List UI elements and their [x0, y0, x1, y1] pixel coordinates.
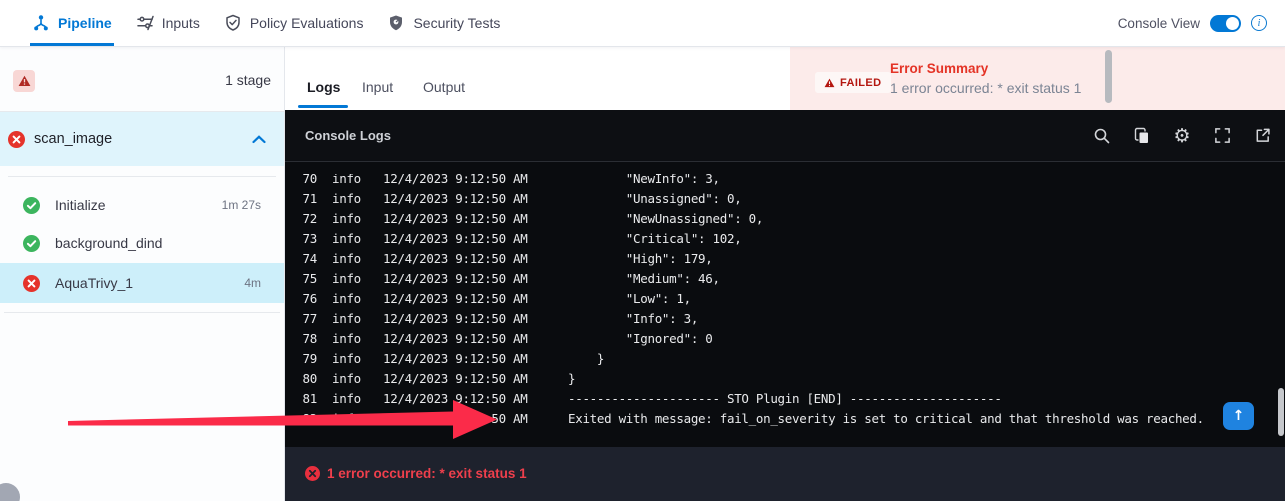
step-name: AquaTrivy_1: [55, 275, 133, 291]
log-line: 81info12/4/2023 9:12:50 AM--------------…: [285, 388, 1285, 408]
log-line: 78info12/4/2023 9:12:50 AM "Ignored": 0: [285, 328, 1285, 348]
log-line: 74info12/4/2023 9:12:50 AM "High": 179,: [285, 248, 1285, 268]
scroll-to-top-button[interactable]: ↑: [1223, 402, 1254, 430]
nav-tab-inputs[interactable]: Inputs: [134, 0, 202, 46]
console-view-toggle[interactable]: [1210, 15, 1241, 32]
step-row-background-dind[interactable]: background_dind: [0, 228, 284, 258]
step-name: Initialize: [55, 197, 106, 213]
step-row-initialize[interactable]: Initialize 1m 27s: [0, 190, 284, 220]
warning-triangle-icon: [18, 75, 31, 87]
log-line: 72info12/4/2023 9:12:50 AM "NewUnassigne…: [285, 208, 1285, 228]
log-line: 70info12/4/2023 9:12:50 AM "NewInfo": 3,: [285, 174, 1285, 188]
active-tab-underline: [298, 105, 348, 108]
error-status-icon: [8, 131, 25, 148]
console-logs-title: Console Logs: [305, 128, 391, 143]
copy-icon[interactable]: [1133, 127, 1151, 145]
log-line: 75info12/4/2023 9:12:50 AM "Medium": 46,: [285, 268, 1285, 288]
pipeline-icon: [32, 14, 50, 32]
search-icon[interactable]: [1093, 127, 1111, 145]
sidebar-divider: [8, 176, 276, 177]
error-summary-title: Error Summary: [890, 61, 988, 76]
footer-error-bar: 1 error occurred: * exit status 1: [285, 447, 1285, 501]
tab-output[interactable]: Output: [423, 79, 465, 95]
policy-evaluations-icon: [224, 14, 242, 32]
settings-gear-icon[interactable]: ⚙: [1173, 127, 1191, 145]
log-scroll-area[interactable]: 70info12/4/2023 9:12:50 AM "NewInfo": 3,…: [285, 174, 1285, 447]
console-scrollbar-thumb[interactable]: [1278, 388, 1284, 436]
console-logs-header: Console Logs ⚙: [285, 110, 1285, 162]
step-name: background_dind: [55, 235, 162, 251]
top-nav: Pipeline Inputs Policy Evaluations Sec: [0, 0, 1285, 47]
error-circle-icon: [305, 466, 320, 481]
nav-label-policy-evaluations: Policy Evaluations: [250, 15, 364, 31]
error-summary-scrollbar[interactable]: [1105, 50, 1112, 103]
failed-badge-label: FAILED: [840, 77, 882, 89]
log-line: 73info12/4/2023 9:12:50 AM "Critical": 1…: [285, 228, 1285, 248]
toggle-knob: [1226, 17, 1239, 30]
success-status-icon: [23, 235, 40, 252]
corner-widget: [0, 483, 20, 501]
tab-input[interactable]: Input: [362, 79, 393, 95]
footer-error-text: 1 error occurred: * exit status 1: [327, 466, 527, 481]
tab-logs[interactable]: Logs: [307, 79, 340, 95]
nav-tab-policy-evaluations[interactable]: Policy Evaluations: [222, 0, 366, 46]
failed-status-badge: FAILED: [815, 72, 891, 93]
fullscreen-icon[interactable]: [1213, 127, 1231, 145]
nav-label-inputs: Inputs: [162, 15, 200, 31]
warning-badge[interactable]: [13, 70, 35, 92]
log-line: 71info12/4/2023 9:12:50 AM "Unassigned":…: [285, 188, 1285, 208]
nav-label-pipeline: Pipeline: [58, 15, 112, 31]
error-status-icon: [23, 275, 40, 292]
log-line: 76info12/4/2023 9:12:50 AM "Low": 1,: [285, 288, 1285, 308]
console-view-label: Console View: [1118, 16, 1200, 31]
console-log-viewport: 70info12/4/2023 9:12:50 AM "NewInfo": 3,…: [285, 162, 1285, 447]
step-duration: 1m 27s: [222, 198, 261, 212]
success-status-icon: [23, 197, 40, 214]
log-lines: 70info12/4/2023 9:12:50 AM "NewInfo": 3,…: [285, 174, 1285, 428]
footer-error-row: 1 error occurred: * exit status 1: [305, 466, 527, 481]
log-line: 79info12/4/2023 9:12:50 AM }: [285, 348, 1285, 368]
error-summary-message: 1 error occurred: * exit status 1: [890, 80, 1081, 96]
detail-tabs: Logs Input Output: [285, 47, 790, 110]
pipeline-execution-page: Pipeline Inputs Policy Evaluations Sec: [0, 0, 1285, 501]
inputs-icon: [136, 14, 154, 32]
step-duration: 4m: [244, 276, 261, 290]
console-toolbar: ⚙: [1093, 127, 1271, 145]
log-line: 77info12/4/2023 9:12:50 AM "Info": 3,: [285, 308, 1285, 328]
log-line-error-exit: 82info12/4/2023 9:12:50 AMExited with me…: [285, 408, 1285, 428]
nav-label-security-tests: Security Tests: [413, 15, 500, 31]
log-line: 80info12/4/2023 9:12:50 AM}: [285, 368, 1285, 388]
stage-name: scan_image: [34, 131, 112, 147]
warning-triangle-icon: [824, 78, 835, 88]
step-row-aquatrivy[interactable]: AquaTrivy_1 4m: [0, 263, 284, 303]
nav-tab-pipeline[interactable]: Pipeline: [30, 0, 114, 46]
sidebar-divider: [4, 312, 280, 313]
nav-right-controls: Console View i: [1118, 0, 1285, 46]
stage-count-label: 1 stage: [225, 72, 271, 88]
nav-tab-security-tests[interactable]: Security Tests: [385, 0, 502, 46]
chevron-up-icon[interactable]: [252, 135, 266, 144]
security-tests-icon: [387, 14, 405, 32]
open-in-new-icon[interactable]: [1253, 127, 1271, 145]
error-summary-panel: FAILED Error Summary 1 error occurred: *…: [790, 47, 1285, 110]
execution-sidebar: 1 stage scan_image Initialize 1m 27s: [0, 47, 285, 501]
info-icon[interactable]: i: [1251, 15, 1267, 31]
up-arrow-icon: ↑: [1233, 408, 1245, 424]
stage-row-scan-image[interactable]: scan_image: [0, 112, 284, 166]
